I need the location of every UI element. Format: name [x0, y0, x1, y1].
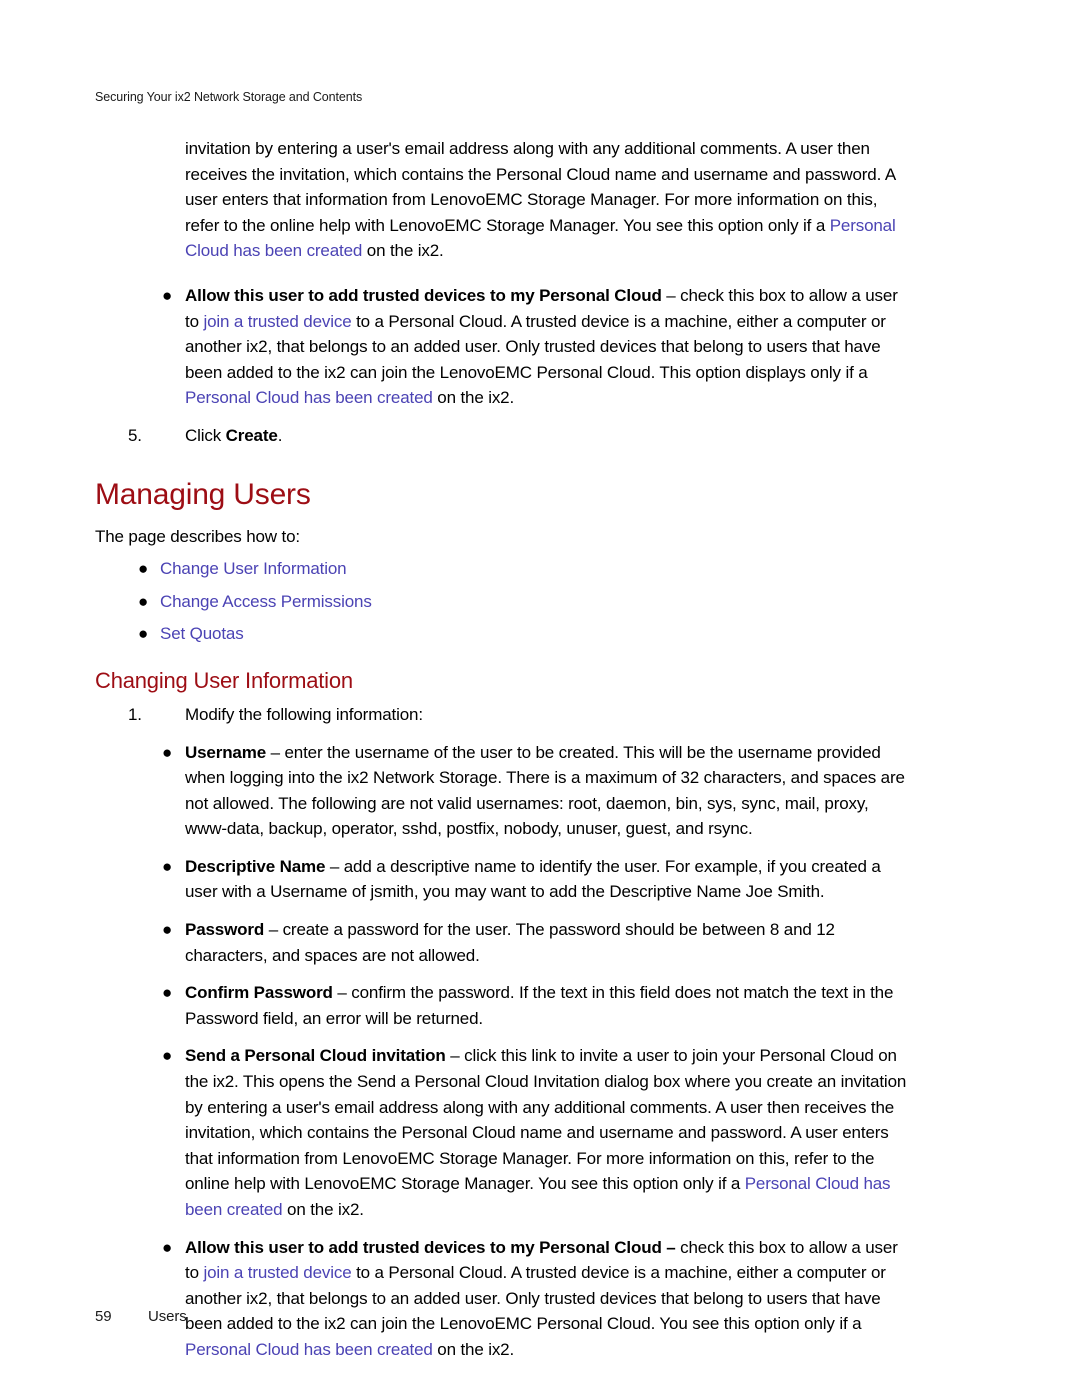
bullet-dot-icon: ●: [162, 1237, 173, 1257]
document-page: Securing Your ix2 Network Storage and Co…: [0, 0, 1080, 1397]
page-footer: 59 Users: [95, 1308, 187, 1325]
bullet-term: Send a Personal Cloud invitation: [185, 1046, 446, 1066]
heading-changing-user-information: Changing User Information: [95, 667, 353, 693]
join-trusted-device-link[interactable]: join a trusted device: [203, 1263, 351, 1282]
bullet-allow-trusted-devices-top: ● Allow this user to add trusted devices …: [0, 283, 1080, 411]
create-button-reference: Create: [225, 425, 278, 445]
link-label[interactable]: Set Quotas: [160, 624, 244, 643]
bullet-dot-icon: ●: [138, 591, 149, 611]
bullet-text: enter the username of the user to be cre…: [185, 742, 905, 839]
bullet-term: Allow this user to add trusted devices t…: [185, 1237, 676, 1257]
bullet-dot-icon: ●: [162, 983, 173, 1003]
bullet-dot-icon: ●: [138, 559, 149, 579]
intro-text-before: invitation by entering a user's email ad…: [185, 139, 896, 235]
bullet-username: ● Username – enter the username of the us…: [0, 740, 1080, 842]
step-number: 5.: [128, 425, 142, 445]
bullet-dot-icon: ●: [162, 920, 173, 940]
bullet-dash: –: [661, 285, 681, 305]
personal-cloud-created-link[interactable]: Personal Cloud has been created: [185, 1340, 433, 1359]
bullet-text-3: on the ix2.: [432, 1339, 515, 1359]
bullet-text-before: click this link to invite a user to join…: [185, 1046, 907, 1194]
join-trusted-device-link[interactable]: join a trusted device: [203, 312, 351, 331]
bullet-dash: –: [332, 983, 352, 1003]
page-content: invitation by entering a user's email ad…: [0, 136, 1080, 1363]
step-text-before: Click: [185, 425, 226, 445]
link-label[interactable]: Change User Information: [160, 559, 347, 578]
bullet-term: Confirm Password: [185, 983, 333, 1003]
bullet-term: Descriptive Name: [185, 856, 326, 876]
bullet-dot-icon: ●: [162, 285, 173, 305]
bullet-term: Username: [185, 742, 267, 762]
managing-users-lead: The page describes how to:: [95, 526, 300, 546]
bullet-dot-icon: ●: [162, 742, 173, 762]
bullet-text-after: on the ix2.: [282, 1200, 364, 1219]
bullet-allow-trusted-devices: ● Allow this user to add trusted devices …: [0, 1235, 1080, 1363]
intro-paragraph: invitation by entering a user's email ad…: [0, 136, 1080, 264]
bullet-password: ● Password – create a password for the us…: [0, 917, 1080, 968]
bullet-dash: –: [445, 1046, 465, 1066]
link-label[interactable]: Change Access Permissions: [160, 592, 372, 611]
bullet-dot-icon: ●: [138, 624, 149, 644]
step-text-after: .: [277, 425, 283, 445]
bullet-descriptive-name: ● Descriptive Name – add a descriptive na…: [0, 854, 1080, 905]
running-header: Securing Your ix2 Network Storage and Co…: [95, 90, 363, 104]
footer-section-label: Users: [148, 1308, 187, 1325]
bullet-send-personal-cloud-invitation: ● Send a Personal Cloud invitation – clic…: [0, 1043, 1080, 1222]
link-list-item-change-access-permissions[interactable]: ● Change Access Permissions: [0, 589, 1080, 615]
link-list-item-set-quotas[interactable]: ● Set Quotas: [0, 621, 1080, 647]
step-text: Modify the following information:: [185, 704, 423, 724]
step-click-create: 5. Click Create.: [0, 423, 1080, 449]
bullet-dot-icon: ●: [162, 856, 173, 876]
bullet-dot-icon: ●: [162, 1046, 173, 1066]
intro-text-after: on the ix2.: [362, 241, 444, 261]
heading-managing-users: Managing Users: [95, 477, 311, 511]
bullet-dash: –: [264, 920, 283, 940]
bullet-term: Allow this user to add trusted devices t…: [185, 285, 662, 305]
bullet-confirm-password: ● Confirm Password – confirm the password…: [0, 980, 1080, 1031]
bullet-text-3: on the ix2.: [432, 388, 515, 408]
bullet-dash: –: [266, 742, 285, 762]
personal-cloud-created-link[interactable]: Personal Cloud has been created: [185, 388, 433, 407]
footer-page-number: 59: [95, 1308, 112, 1325]
step-modify-information: 1. Modify the following information:: [0, 702, 1080, 728]
bullet-dash: –: [325, 856, 344, 876]
link-list-item-change-user-information[interactable]: ● Change User Information: [0, 556, 1080, 582]
step-number: 1.: [128, 704, 142, 724]
bullet-term: Password: [185, 920, 265, 940]
bullet-text: create a password for the user. The pass…: [185, 920, 835, 965]
